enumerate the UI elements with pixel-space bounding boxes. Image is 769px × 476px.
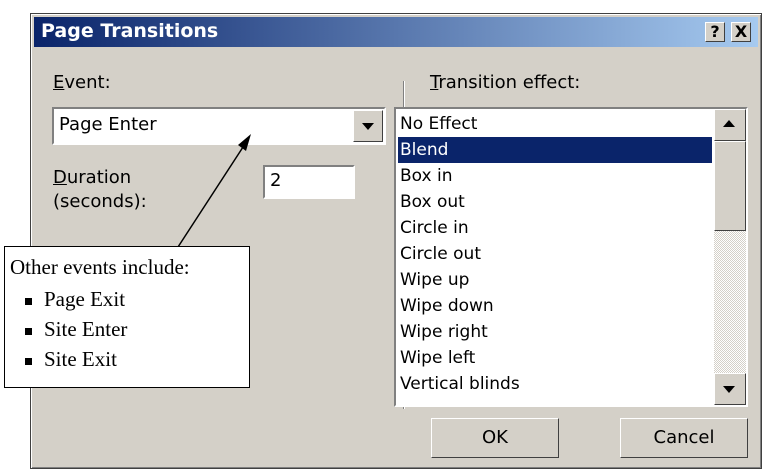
callout-arrow: [177, 134, 251, 248]
callout-item: Site Exit: [25, 347, 117, 372]
bullet-icon: [25, 357, 32, 365]
callout-item: Site Enter: [25, 317, 127, 342]
bullet-icon: [25, 327, 32, 335]
events-callout: Other events include: Page Exit Site Ent…: [4, 246, 250, 388]
callout-heading: Other events include:: [10, 255, 190, 279]
callout-item: Page Exit: [25, 287, 125, 312]
bullet-icon: [25, 297, 32, 305]
